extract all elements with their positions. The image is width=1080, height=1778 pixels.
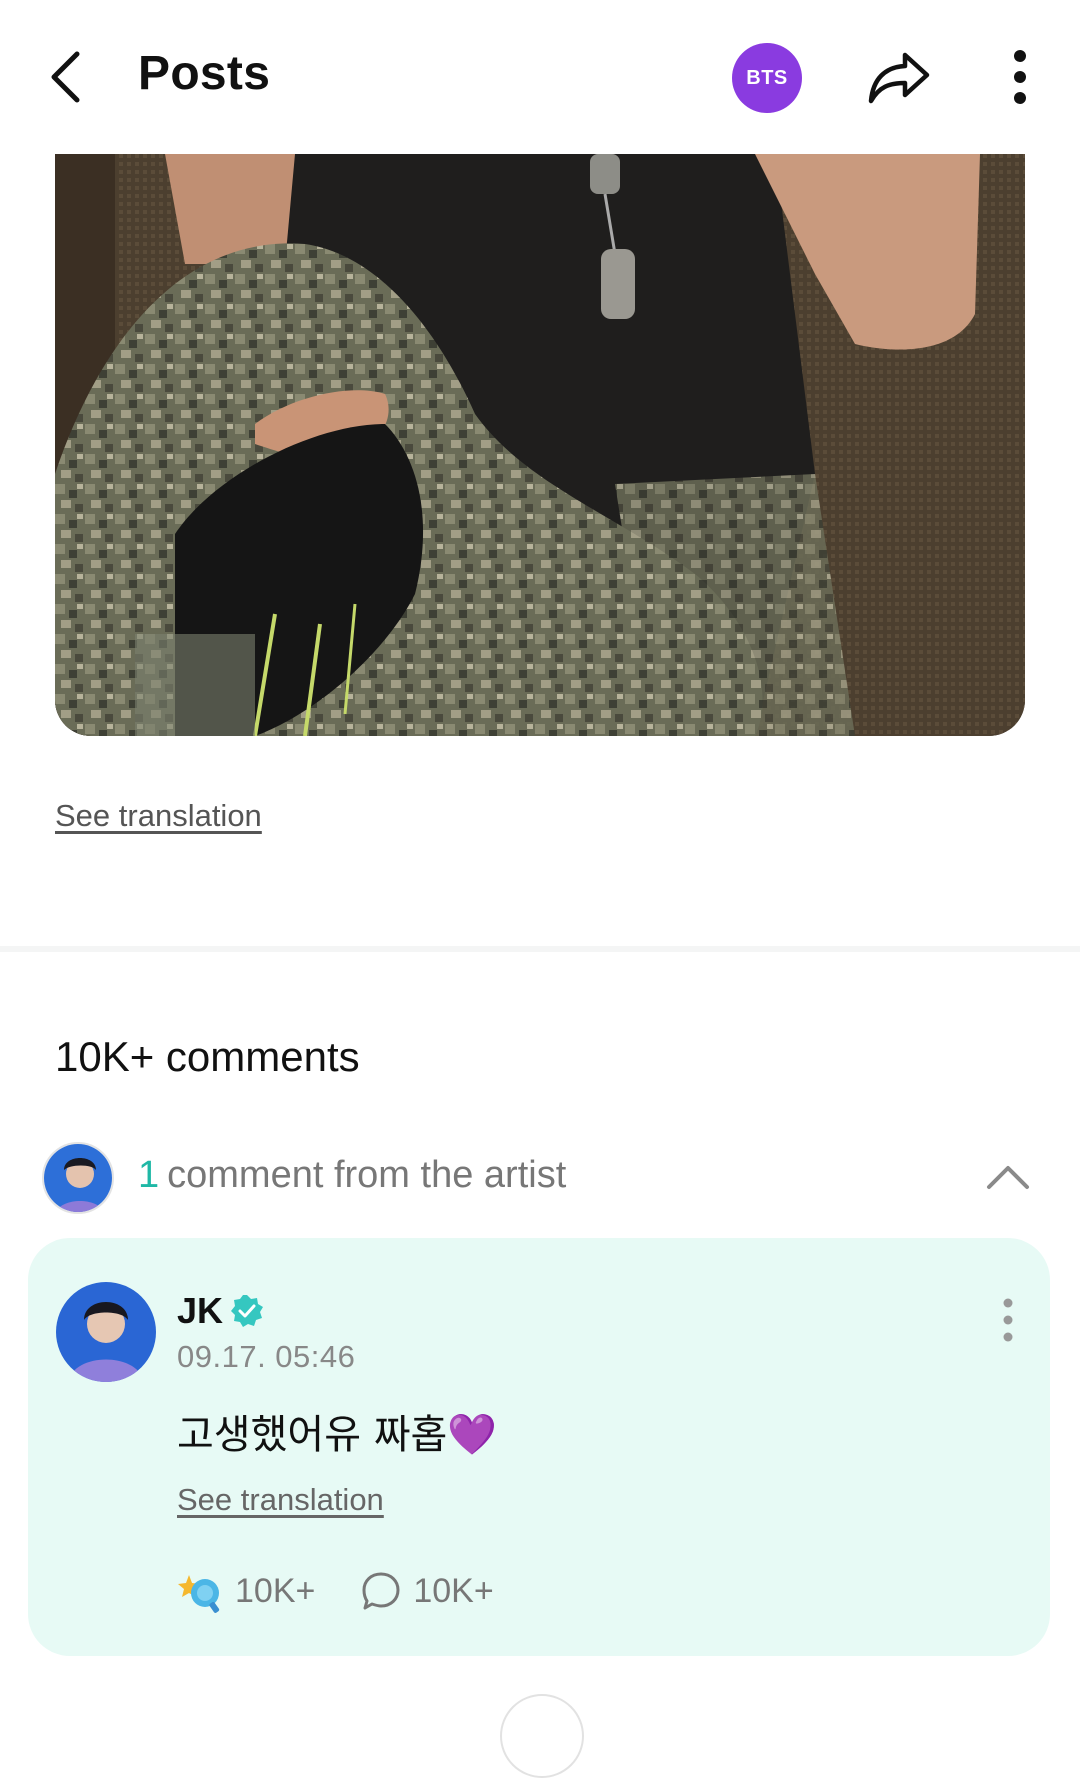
- comment-author-avatar[interactable]: [56, 1282, 156, 1382]
- more-options-button[interactable]: [1000, 44, 1040, 110]
- comment-author-row: JK: [177, 1290, 265, 1332]
- post-photo-image: [55, 154, 1025, 736]
- share-button[interactable]: [864, 44, 934, 110]
- artist-avatar: [42, 1142, 114, 1214]
- artist-comment-text: comment from the artist: [167, 1154, 567, 1196]
- artist-comment-card: JK 09.17. 05:46 고생했어유 짜홉💜 See translatio…: [28, 1238, 1050, 1656]
- comment-body-text: 고생했어유 짜홉: [177, 1412, 448, 1458]
- back-arrow-icon: [51, 51, 80, 103]
- comment-more-button[interactable]: [988, 1292, 1028, 1348]
- like-stat[interactable]: 10K+: [177, 1569, 315, 1613]
- cheer-like-icon: [178, 1575, 220, 1613]
- comment-stats: 10K+ 10K+: [177, 1566, 540, 1616]
- comment-see-translation-link[interactable]: See translation: [177, 1482, 384, 1518]
- back-button[interactable]: [40, 44, 90, 110]
- comment-timestamp: 09.17. 05:46: [177, 1339, 356, 1374]
- share-icon: [868, 52, 930, 104]
- chevron-up-icon: [987, 1166, 1029, 1189]
- artist-comments-label: 1 comment from the artist: [138, 1154, 566, 1197]
- reply-stat[interactable]: 10K+: [361, 1571, 494, 1611]
- see-translation-link[interactable]: See translation: [55, 798, 262, 834]
- collapse-button[interactable]: [980, 1152, 1036, 1202]
- comments-count-heading: 10K+ comments: [55, 1033, 360, 1080]
- top-bar: Posts BTS: [0, 0, 1080, 154]
- verified-badge-icon: [231, 1295, 264, 1327]
- post-photo[interactable]: [55, 154, 1025, 736]
- page-title: Posts: [138, 47, 271, 100]
- section-divider: [0, 946, 1080, 952]
- more-vertical-icon: [1003, 1298, 1013, 1342]
- purple-heart-emoji: 💜: [447, 1412, 498, 1458]
- bottom-floating-button[interactable]: [500, 1694, 584, 1778]
- comment-author-name[interactable]: JK: [177, 1290, 223, 1332]
- comment-bubble-icon: [362, 1572, 400, 1610]
- community-badge[interactable]: BTS: [732, 43, 802, 113]
- reply-count: 10K+: [413, 1571, 494, 1610]
- comment-body: 고생했어유 짜홉💜: [177, 1402, 497, 1460]
- more-vertical-icon: [1014, 50, 1026, 104]
- like-count: 10K+: [235, 1571, 316, 1610]
- artist-comment-count: 1: [138, 1154, 160, 1196]
- artist-comments-row[interactable]: 1 comment from the artist: [42, 1142, 1042, 1216]
